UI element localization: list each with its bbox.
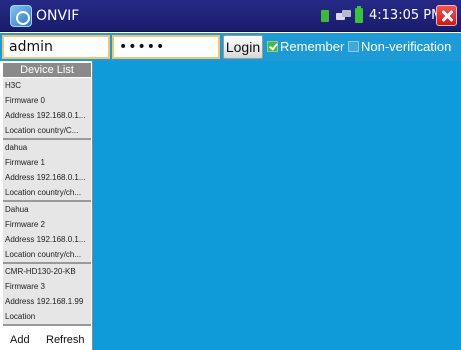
device-name: H3C [5, 81, 22, 90]
device-item-cmr[interactable]: CMR-HD130-20-KB Firmware 3 Address 192.1… [3, 264, 91, 326]
add-device-button[interactable]: Add [10, 333, 30, 347]
status-clock: 4:13:05 PM [369, 8, 443, 23]
network-icon [336, 10, 351, 22]
username-field[interactable]: admin [2, 35, 110, 59]
device-item-h3c[interactable]: H3C Firmware 0 Address 192.168.0.1... Lo… [3, 78, 91, 140]
onvif-screen: ONVIF 4:13:05 PM admin ••••• Login Remem… [0, 0, 461, 350]
device-firmware: Firmware 2 [5, 220, 46, 229]
device-list-header: Device List [3, 63, 91, 77]
non-verification-label[interactable]: Non-verification [361, 39, 451, 55]
device-location: Location [5, 312, 36, 321]
device-name: CMR-HD130-20-KB [5, 267, 76, 276]
title-bar: ONVIF 4:13:05 PM [0, 0, 461, 32]
device-item-dahua-2[interactable]: Dahua Firmware 2 Address 192.168.0.1... … [3, 202, 91, 264]
main-view-area[interactable] [93, 61, 461, 350]
device-firmware: Firmware 3 [5, 282, 46, 291]
device-firmware: Firmware 1 [5, 158, 46, 167]
login-button[interactable]: Login [223, 35, 263, 59]
app-title: ONVIF [36, 8, 80, 24]
device-list-panel: Device List H3C Firmware 0 Address 192.1… [0, 61, 93, 350]
device-location: Location country/ch... [5, 250, 82, 259]
device-firmware: Firmware 0 [5, 96, 46, 105]
sd-card-icon [321, 10, 329, 22]
device-address: Address 192.168.0.1... [5, 235, 86, 244]
device-location: Location country/ch... [5, 188, 82, 197]
device-name: Dahua [5, 205, 29, 214]
device-list: H3C Firmware 0 Address 192.168.0.1... Lo… [3, 78, 91, 326]
password-field[interactable]: ••••• [112, 35, 220, 59]
battery-icon [355, 6, 363, 23]
device-address: Address 192.168.0.1... [5, 111, 86, 120]
refresh-button[interactable]: Refresh [46, 333, 85, 347]
non-verification-checkbox[interactable] [348, 41, 359, 52]
close-icon[interactable] [436, 5, 457, 26]
device-name: dahua [5, 143, 28, 152]
login-bar: admin ••••• Login Remember Non-verificat… [0, 33, 461, 61]
device-item-dahua-1[interactable]: dahua Firmware 1 Address 192.168.0.1... … [3, 140, 91, 202]
device-address: Address 192.168.0.1... [5, 173, 86, 182]
onvif-app-icon [10, 5, 32, 27]
remember-label[interactable]: Remember [280, 39, 344, 55]
remember-checkbox[interactable] [267, 41, 278, 52]
device-address: Address 192.168.1.99 [5, 297, 84, 306]
device-location: Location country/C... [5, 126, 79, 135]
